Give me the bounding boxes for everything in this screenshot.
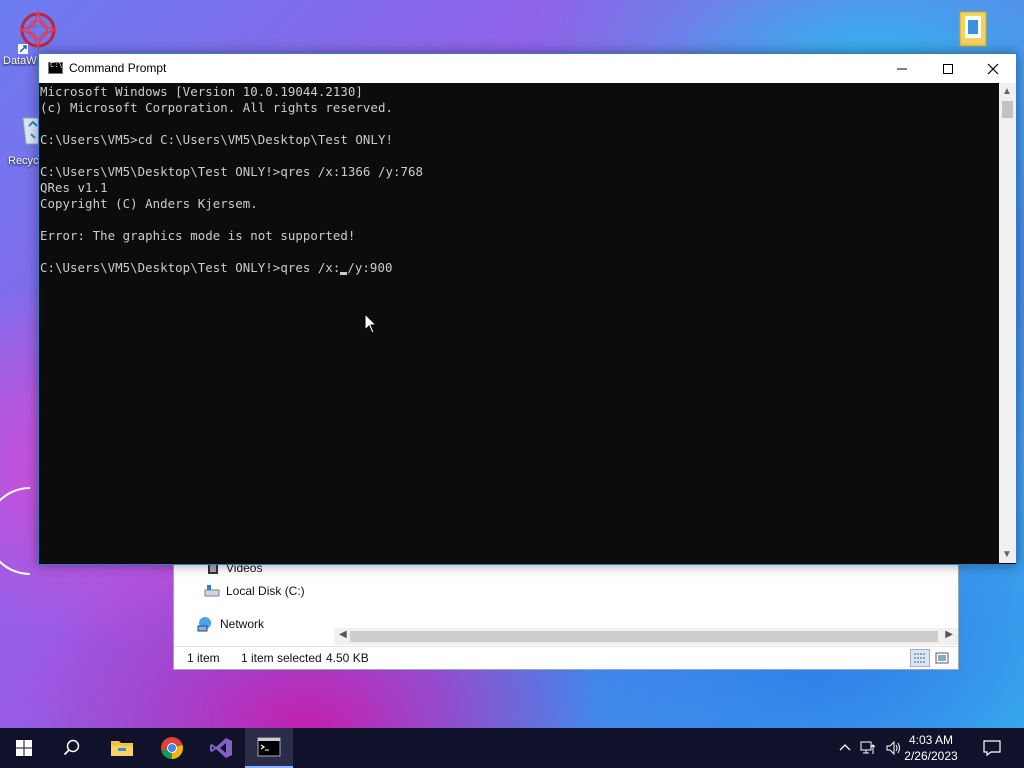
minimize-icon <box>897 68 907 69</box>
scroll-thumb[interactable] <box>1002 101 1013 118</box>
console-line: Error: The graphics mode is not supporte… <box>40 228 356 243</box>
status-item-count: 1 item <box>187 651 220 665</box>
tree-label: Local Disk (C:) <box>226 584 305 598</box>
input-after-cursor: /y:900 <box>347 260 393 275</box>
folder-icon <box>959 11 987 47</box>
file-explorer-window: Videos Local Disk (C:) Network ◀ ▶ 1 ite… <box>173 560 959 670</box>
scroll-down-icon[interactable]: ▼ <box>1002 549 1012 560</box>
console-input-line[interactable]: C:\Users\VM5\Desktop\Test ONLY!>qres /x:… <box>40 260 392 276</box>
window-title: Command Prompt <box>69 61 167 75</box>
desktop-icon-label: Recyc <box>8 155 39 167</box>
desktop-icon-folder[interactable] <box>956 8 996 52</box>
console-line: (c) Microsoft Corporation. All rights re… <box>40 100 393 115</box>
console-line: QRes v1.1 <box>40 180 108 195</box>
desktop-icon-label: DataW <box>3 55 37 67</box>
notification-icon <box>983 740 1001 757</box>
start-button[interactable] <box>0 728 48 768</box>
close-button[interactable] <box>970 54 1016 83</box>
command-prompt-window[interactable]: Command Prompt Microsoft Windows [Versio… <box>38 53 1017 565</box>
dataw-app-icon <box>18 10 58 54</box>
notifications-button[interactable] <box>968 728 1016 768</box>
console-line: C:\Users\VM5>cd C:\Users\VM5\Desktop\Tes… <box>40 132 393 147</box>
folder-icon <box>111 741 133 756</box>
search-button[interactable] <box>48 728 96 768</box>
search-icon <box>63 739 80 756</box>
desktop-circle-decoration <box>0 487 31 575</box>
console-output[interactable]: Microsoft Windows [Version 10.0.19044.21… <box>40 83 998 563</box>
maximize-icon <box>943 63 953 74</box>
large-icons-view-icon <box>935 652 949 664</box>
scroll-left-icon[interactable]: ◀ <box>339 629 347 640</box>
network-icon[interactable] <box>860 741 878 755</box>
visual-studio-icon <box>210 738 232 758</box>
console-line: Microsoft Windows [Version 10.0.19044.21… <box>40 84 363 99</box>
large-icons-view-button[interactable] <box>932 649 952 667</box>
scroll-up-icon[interactable]: ▲ <box>1002 86 1012 97</box>
navigation-pane: Videos Local Disk (C:) Network <box>174 561 334 653</box>
console-line: Copyright (C) Anders Kjersem. <box>40 196 258 211</box>
scroll-right-icon[interactable]: ▶ <box>945 629 953 640</box>
title-bar[interactable]: Command Prompt <box>39 54 1016 83</box>
scroll-thumb[interactable] <box>350 631 938 642</box>
desktop-icon-recycle-bin[interactable]: Recyc <box>0 106 44 170</box>
details-view-icon <box>914 653 926 663</box>
maximize-button[interactable] <box>925 54 971 83</box>
chrome-taskbar-button[interactable] <box>148 728 196 768</box>
chevron-up-icon[interactable] <box>838 741 852 755</box>
taskbar-clock[interactable]: 4:03 AM 2/26/2023 <box>896 732 966 764</box>
input-before-cursor: C:\Users\VM5\Desktop\Test ONLY!>qres /x: <box>40 260 341 275</box>
file-explorer-taskbar-button[interactable] <box>98 728 146 768</box>
clock-time: 4:03 AM <box>908 733 954 747</box>
tree-item-local-disk[interactable]: Local Disk (C:) <box>204 584 305 598</box>
status-bar: 1 item 1 item selected 4.50 KB <box>174 646 958 669</box>
mouse-pointer-icon <box>364 313 378 334</box>
vertical-scrollbar[interactable]: ▲ ▼ <box>999 83 1016 563</box>
details-view-button[interactable] <box>910 649 930 667</box>
status-size: 4.50 KB <box>326 651 369 665</box>
chrome-icon <box>161 737 183 759</box>
close-icon <box>987 63 999 74</box>
desktop-icon-dataw[interactable]: DataW <box>0 6 58 70</box>
horizontal-scrollbar[interactable]: ◀ ▶ <box>334 628 958 645</box>
tree-item-network[interactable]: Network <box>196 616 264 632</box>
drive-icon <box>204 585 220 597</box>
tree-label: Network <box>220 617 265 631</box>
command-prompt-icon <box>257 737 281 757</box>
taskbar: 4:03 AM 2/26/2023 <box>0 728 1024 768</box>
command-prompt-taskbar-button[interactable] <box>245 728 293 768</box>
command-prompt-icon <box>48 61 63 74</box>
clock-date: 2/26/2023 <box>904 749 958 763</box>
status-selection: 1 item selected <box>241 651 322 665</box>
minimize-button[interactable] <box>879 54 925 83</box>
visual-studio-taskbar-button[interactable] <box>197 728 245 768</box>
windows-logo-icon <box>16 740 32 756</box>
console-line: C:\Users\VM5\Desktop\Test ONLY!>qres /x:… <box>40 164 423 179</box>
network-icon <box>197 617 211 632</box>
